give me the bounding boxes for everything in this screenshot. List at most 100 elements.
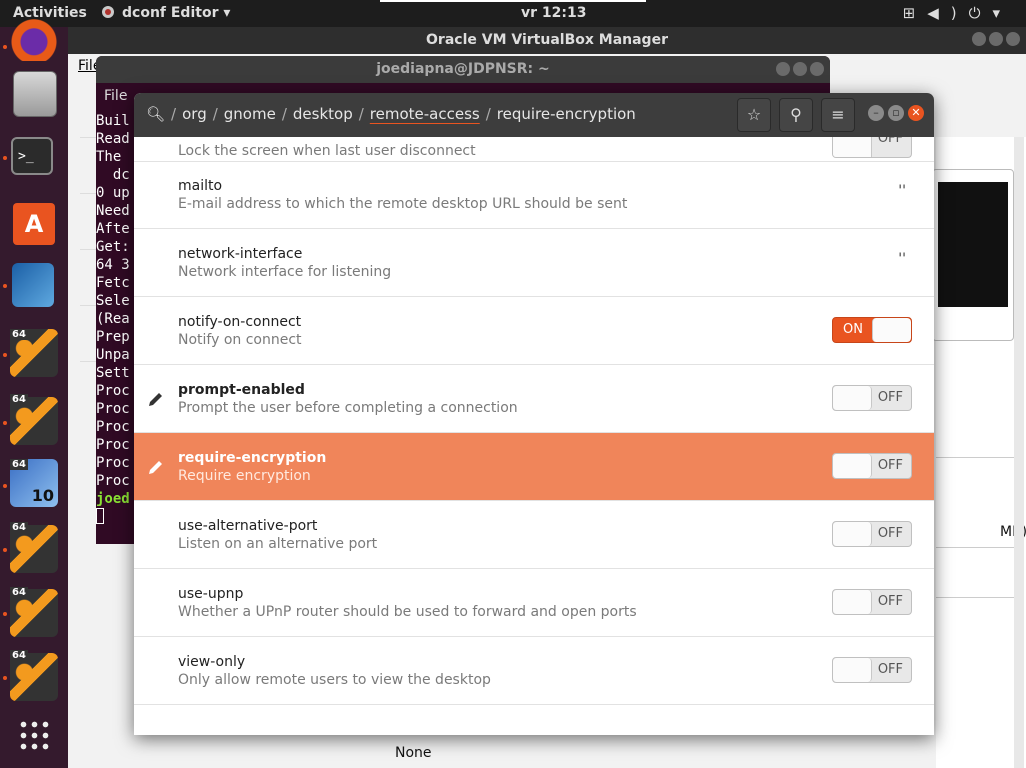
vm-badge: 64: [10, 587, 28, 598]
clock[interactable]: vr 12:13: [521, 5, 586, 21]
hamburger-icon: ≡: [831, 105, 845, 124]
key-description: Prompt the user before completing a conn…: [178, 400, 518, 416]
search-button[interactable]: ⚲: [779, 98, 813, 132]
breadcrumb-org[interactable]: org: [182, 105, 207, 123]
breadcrumb-gnome[interactable]: gnome: [224, 105, 276, 123]
toggle-switch[interactable]: OFF: [832, 589, 912, 615]
firefox-icon[interactable]: [10, 13, 58, 61]
running-indicator: [3, 421, 7, 425]
terminal-line: Sett: [96, 365, 130, 381]
star-icon: ☆: [746, 105, 762, 124]
terminal-output[interactable]: Buil Read The dc 0 up Need Afte Get: 64 …: [96, 112, 130, 529]
toggle-switch[interactable]: ON: [832, 317, 912, 343]
key-row-require-encryption[interactable]: require-encryption Require encryption OF…: [134, 433, 934, 501]
vm-preview-screen: [938, 182, 1008, 307]
dock: >_ A 64 64 10 64 64 64 64: [0, 13, 68, 768]
minimize-icon[interactable]: [776, 62, 790, 76]
key-name: notify-on-connect: [178, 314, 302, 330]
key-name: view-only: [178, 654, 246, 670]
key-row-use-upnp[interactable]: use-upnp Whether a UPnP router should be…: [134, 569, 934, 637]
switch-label: OFF: [877, 390, 903, 405]
terminal-menu-file[interactable]: File: [104, 88, 127, 104]
terminal-line: dc: [112, 167, 130, 183]
switch-label: OFF: [877, 458, 903, 473]
toggle-switch[interactable]: OFF: [832, 521, 912, 547]
toggle-switch[interactable]: OFF: [832, 385, 912, 411]
breadcrumb-desktop[interactable]: desktop: [293, 105, 353, 123]
software-center-icon[interactable]: A: [13, 203, 55, 245]
terminal-line: Read: [96, 131, 130, 147]
maximize-icon[interactable]: [989, 32, 1003, 46]
toggle-switch[interactable]: OFF: [832, 453, 912, 479]
key-name: require-encryption: [178, 450, 327, 466]
key-row-prompt-enabled[interactable]: prompt-enabled Prompt the user before co…: [134, 365, 934, 433]
terminal-line: Prep: [96, 329, 130, 345]
close-icon[interactable]: [810, 62, 824, 76]
system-tray[interactable]: ⊞◀)⏻▾: [903, 4, 1012, 22]
key-description: Require encryption: [178, 468, 311, 484]
terminal-line: Proc: [96, 401, 130, 417]
vm-badge: 64: [10, 650, 28, 661]
divider: [936, 457, 1014, 458]
key-row-mailto[interactable]: mailto E-mail address to which the remot…: [134, 161, 934, 229]
key-row-use-alternative-port[interactable]: use-alternative-port Listen on an altern…: [134, 501, 934, 569]
key-row-view-only[interactable]: view-only Only allow remote users to vie…: [134, 637, 934, 705]
volume-icon: ◀): [927, 4, 969, 22]
running-indicator: [3, 676, 7, 680]
app-menu-label: dconf Editor ▾: [122, 5, 231, 21]
key-row-partial[interactable]: Lock the screen when last user disconnec…: [134, 137, 934, 162]
pencil-icon: [149, 393, 162, 406]
bookmark-button[interactable]: ☆: [737, 98, 771, 132]
close-icon[interactable]: ✕: [908, 105, 924, 121]
terminal-line: (Rea: [96, 311, 130, 327]
breadcrumb-require-encryption[interactable]: require-encryption: [497, 105, 636, 123]
dconf-editor-window: 🔍︎ / org / gnome / desktop / remote-acce…: [134, 93, 934, 735]
key-description: Whether a UPnP router should be used to …: [178, 604, 637, 620]
dconf-headerbar: 🔍︎ / org / gnome / desktop / remote-acce…: [134, 93, 934, 137]
switch-label: OFF: [877, 526, 903, 541]
minimize-icon[interactable]: –: [868, 105, 884, 121]
terminal-line: 64 3: [96, 257, 130, 273]
key-row-network-interface[interactable]: network-interface Network interface for …: [134, 229, 934, 297]
toggle-switch[interactable]: OFF: [832, 657, 912, 683]
vm-badge: 64: [10, 394, 28, 405]
minimize-icon[interactable]: [972, 32, 986, 46]
toggle-switch[interactable]: OFF: [832, 137, 912, 158]
key-description: Listen on an alternative port: [178, 536, 378, 552]
terminal-line: Buil: [96, 113, 130, 129]
terminal-line: Unpa: [96, 347, 130, 363]
terminal-window-controls: [773, 62, 824, 80]
maximize-icon[interactable]: ▫: [888, 105, 904, 121]
terminal-icon[interactable]: >_: [11, 137, 53, 175]
maximize-icon[interactable]: [793, 62, 807, 76]
breadcrumb: 🔍︎ / org / gnome / desktop / remote-acce…: [146, 105, 636, 123]
vm-preview: [932, 169, 1014, 341]
vbox-window-controls: [969, 32, 1020, 50]
root-path-icon[interactable]: 🔍︎: [146, 105, 165, 123]
breadcrumb-separator: /: [281, 105, 287, 123]
app-menu[interactable]: dconf Editor ▾: [102, 5, 230, 21]
key-row-notify-on-connect[interactable]: notify-on-connect Notify on connect ON: [134, 297, 934, 365]
running-indicator: [3, 484, 7, 488]
menu-button[interactable]: ≡: [821, 98, 855, 132]
close-icon[interactable]: [1006, 32, 1020, 46]
key-description: Only allow remote users to view the desk…: [178, 672, 491, 688]
vm-badge: 64: [10, 329, 28, 340]
terminal-line: Proc: [96, 473, 130, 489]
show-applications-icon[interactable]: [18, 719, 50, 751]
running-indicator: [3, 612, 7, 616]
running-indicator: [3, 284, 7, 288]
window-highlight-bar: [380, 0, 646, 2]
virtualbox-icon[interactable]: [12, 263, 54, 307]
terminal-prompt: joed: [96, 491, 130, 507]
pencil-icon: [149, 461, 162, 474]
files-icon[interactable]: [13, 71, 57, 117]
terminal-line: Proc: [96, 455, 130, 471]
key-value: '': [898, 251, 906, 267]
terminal-line: Proc: [96, 383, 130, 399]
terminal-line: Proc: [96, 437, 130, 453]
running-indicator: [3, 45, 7, 49]
terminal-line: Sele: [96, 293, 130, 309]
breadcrumb-remote-access[interactable]: remote-access: [370, 105, 480, 123]
vbox-scrollbar[interactable]: [1014, 137, 1024, 768]
